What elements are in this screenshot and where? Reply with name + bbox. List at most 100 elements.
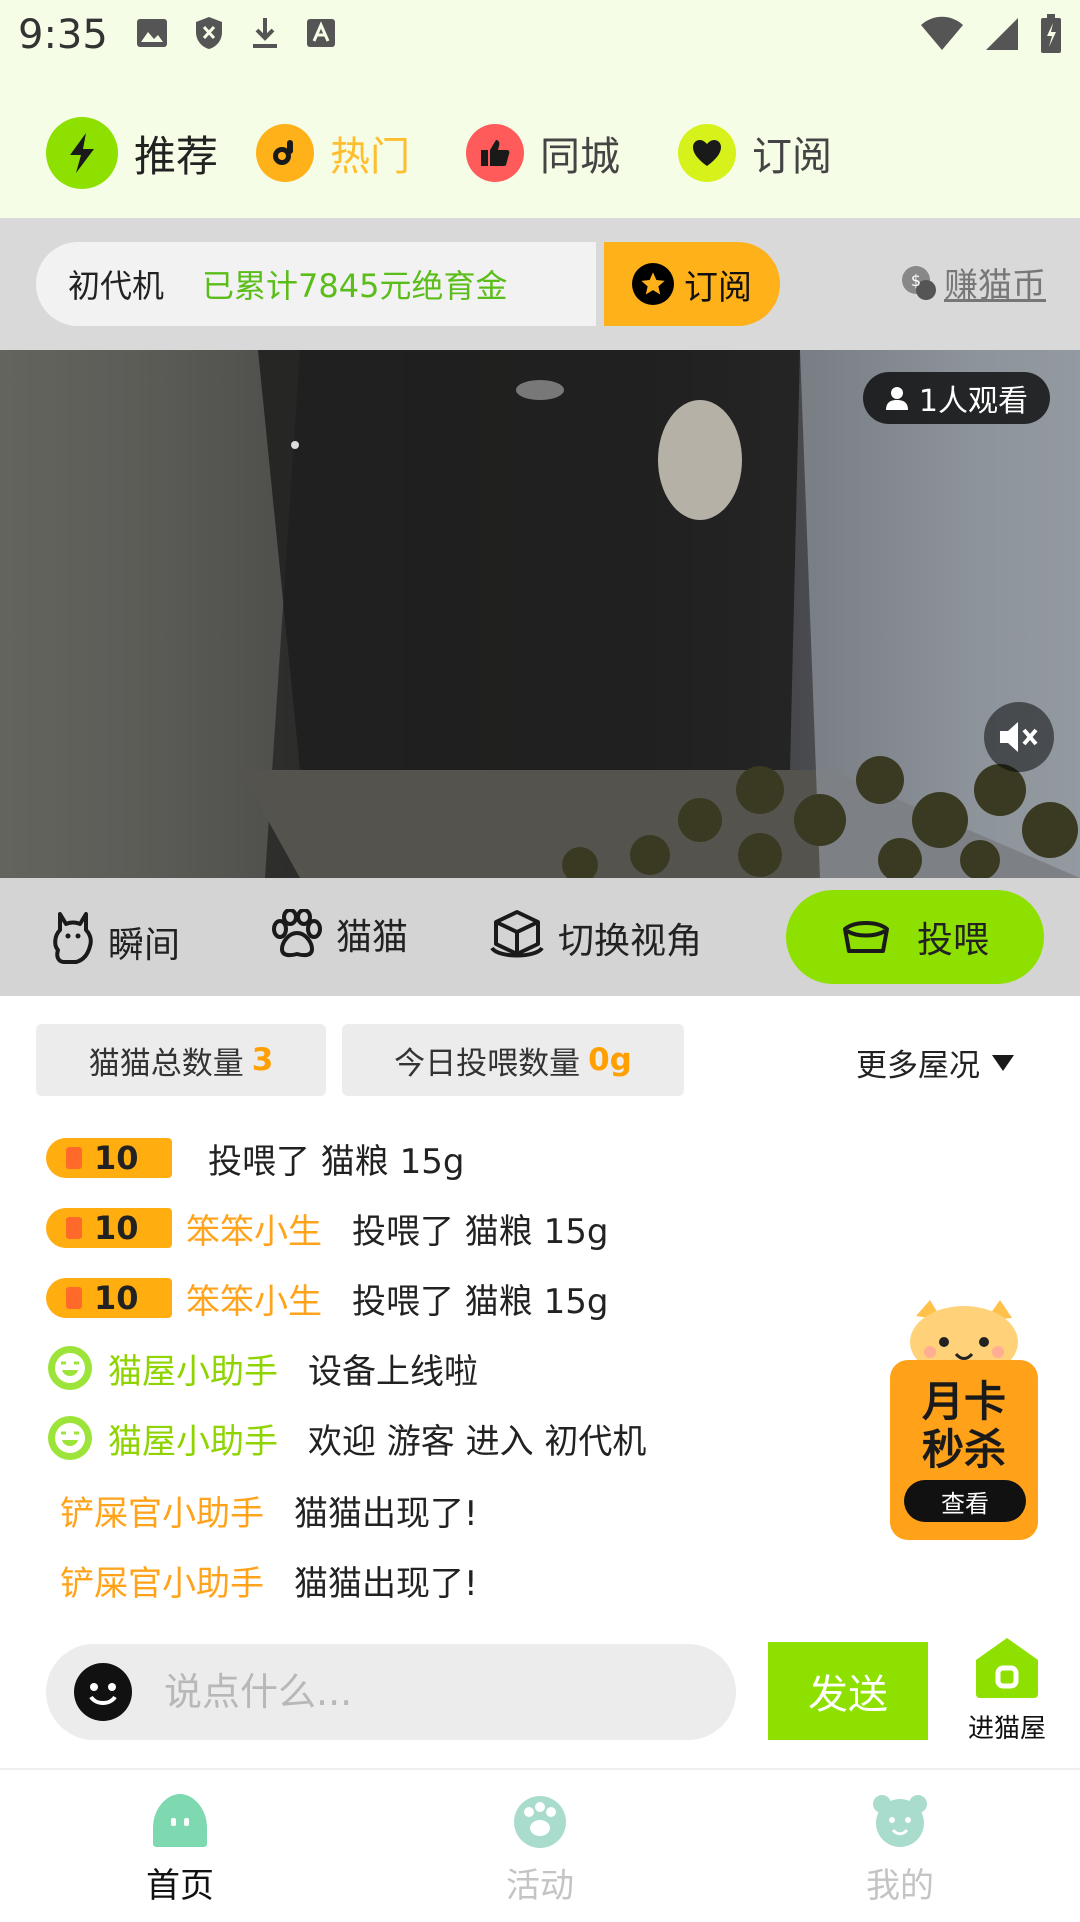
mute-button[interactable] — [984, 702, 1054, 772]
monthly-card-promo[interactable]: 月卡 秒杀 查看 — [886, 1296, 1042, 1546]
cat-sit-icon — [53, 912, 93, 964]
user-name: 猫屋小助手 — [108, 1421, 278, 1462]
earn-coins-link[interactable]: $ 赚猫币 — [900, 258, 1046, 307]
notification-icons — [136, 16, 336, 50]
tab-local[interactable]: 同城 — [466, 116, 620, 190]
nav-label: 活动 — [506, 1866, 574, 1906]
heart-icon — [678, 124, 736, 182]
promo-line: 秒杀 — [921, 1425, 1006, 1474]
list-item: 铲屎官小助手 猫猫出现了! — [60, 1554, 478, 1606]
feed-button[interactable]: 投喂 — [786, 890, 1044, 984]
nav-mine[interactable]: 我的 — [800, 1792, 1000, 1907]
user-name: 笨笨小生 — [186, 1281, 322, 1322]
message-text: 猫猫出现了! — [294, 1563, 478, 1604]
user-name: 铲屎官小助手 — [60, 1493, 264, 1534]
video-scene — [0, 350, 1080, 878]
stat-value: 0g — [588, 1042, 632, 1078]
nav-activity[interactable]: 活动 — [440, 1792, 640, 1907]
tab-hot[interactable]: 热门 — [256, 116, 410, 190]
image-icon — [137, 19, 167, 47]
signal-icon — [986, 18, 1018, 50]
badge-value: 10 — [94, 1279, 139, 1317]
nav-label: 我的 — [866, 1866, 934, 1906]
tab-label: 推荐 — [134, 131, 219, 181]
badge-value: 10 — [94, 1139, 139, 1177]
camera-cube-icon — [490, 910, 544, 958]
coin-icon: $ — [902, 265, 936, 300]
device-name: 初代机 — [68, 267, 165, 305]
control-bar: 瞬间 猫猫 切换视角 投喂 — [0, 878, 1080, 996]
triangle-down-icon — [992, 1054, 1014, 1071]
paw-icon — [272, 909, 322, 958]
stat-value: 3 — [251, 1042, 274, 1078]
control-label: 瞬间 — [108, 925, 181, 966]
earn-label: 赚猫币 — [944, 266, 1046, 306]
level-badge: 10 — [46, 1278, 172, 1318]
subscribe-label: 订阅 — [684, 267, 752, 308]
more-label: 更多屋况 — [856, 1048, 980, 1084]
nav-home[interactable]: 首页 — [80, 1792, 280, 1907]
room-info-pill: 初代机 已累计7845元绝育金 — [36, 242, 596, 326]
enter-label: 进猫屋 — [967, 1714, 1046, 1744]
emoji-icon[interactable] — [74, 1663, 132, 1721]
send-button[interactable]: 发送 — [768, 1642, 928, 1740]
total-cats-stat: 猫猫总数量 3 — [36, 1024, 326, 1096]
tab-recommend[interactable]: 推荐 — [46, 116, 218, 190]
user-name: 铲屎官小助手 — [60, 1563, 264, 1604]
list-item: 铲屎官小助手 猫猫出现了! — [60, 1484, 478, 1536]
bottom-nav: 首页 活动 我的 — [0, 1768, 1080, 1922]
bear-face-icon — [873, 1795, 927, 1847]
message-text: 投喂了 猫粮 15g — [208, 1141, 465, 1182]
cats-button[interactable]: 猫猫 — [270, 908, 408, 960]
live-video[interactable]: 1人观看 — [0, 350, 1080, 878]
tab-subscribe[interactable]: 订阅 — [678, 116, 832, 190]
switch-view-button[interactable]: 切换视角 — [488, 908, 702, 964]
paw-icon — [514, 1796, 566, 1848]
user-name: 笨笨小生 — [186, 1211, 322, 1252]
fund-text: 已累计7845元绝育金 — [202, 267, 508, 305]
message-text: 投喂了 猫粮 15g — [352, 1211, 609, 1252]
list-item: 10 笨笨小生 投喂了 猫粮 15g — [46, 1202, 608, 1254]
download-icon — [253, 18, 277, 48]
message-text: 投喂了 猫粮 15g — [352, 1281, 609, 1322]
list-item: 猫屋小助手 设备上线啦 — [46, 1342, 478, 1394]
promo-view-button[interactable]: 查看 — [904, 1480, 1026, 1522]
status-time: 9:35 — [18, 12, 108, 58]
more-status-dropdown[interactable]: 更多屋况 — [856, 1040, 1016, 1085]
font-icon — [307, 19, 335, 47]
chat-input[interactable] — [162, 1669, 706, 1715]
subscribe-button[interactable]: 订阅 — [604, 242, 780, 326]
ticket-icon — [66, 1217, 82, 1239]
level-badge: 10 — [46, 1138, 172, 1178]
smiley-bot-icon — [48, 1416, 92, 1460]
viewers-count: 1人观看 — [918, 384, 1028, 419]
chat-input-bar — [46, 1644, 736, 1740]
home-icon — [153, 1794, 207, 1847]
room-banner: 初代机 已累计7845元绝育金 订阅 $ 赚猫币 — [0, 218, 1080, 350]
message-text: 欢迎 游客 进入 初代机 — [308, 1421, 647, 1462]
promo-line: 月卡 — [921, 1377, 1006, 1426]
moments-button[interactable]: 瞬间 — [50, 908, 180, 968]
speaker-muted-icon — [1000, 722, 1038, 752]
user-name: 猫屋小助手 — [108, 1351, 278, 1392]
promo-button-label: 查看 — [941, 1489, 989, 1518]
wifi-icon — [921, 16, 963, 50]
tab-label: 订阅 — [752, 134, 832, 180]
enter-cat-house-button[interactable]: 进猫屋 — [960, 1636, 1054, 1745]
ticket-icon — [66, 1287, 82, 1309]
thumbs-up-icon — [466, 124, 524, 182]
control-label: 猫猫 — [336, 917, 409, 958]
battery-icon — [1041, 14, 1061, 53]
tab-label: 同城 — [540, 134, 620, 180]
star-icon — [632, 263, 674, 305]
house-icon — [976, 1638, 1038, 1698]
message-text: 猫猫出现了! — [294, 1493, 478, 1534]
top-tabs: 推荐 热门 同城 订阅 — [0, 74, 1080, 218]
list-item: 猫屋小助手 欢迎 游客 进入 初代机 — [46, 1412, 646, 1464]
person-icon — [885, 387, 908, 410]
svg-text:$: $ — [911, 271, 921, 290]
send-label: 发送 — [808, 1672, 888, 1718]
stat-label: 猫猫总数量 — [88, 1045, 244, 1082]
today-feed-stat: 今日投喂数量 0g — [342, 1024, 684, 1096]
bowl-icon — [842, 921, 889, 953]
